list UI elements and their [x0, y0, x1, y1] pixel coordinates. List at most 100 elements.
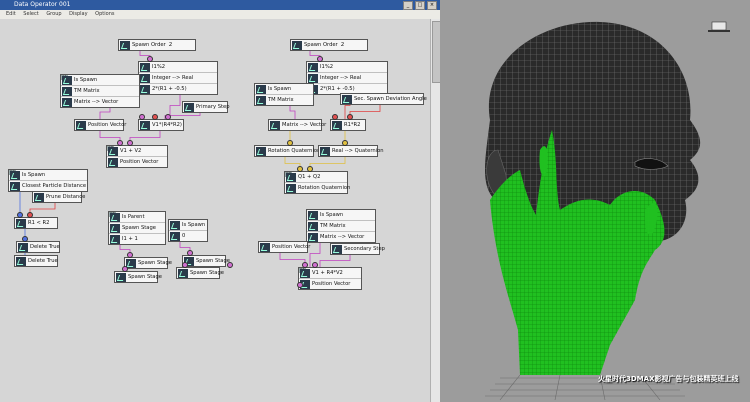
operator-canvas[interactable]: Spawn Order 2 I1%2 Integer --> Real 2*(R1 + …: [0, 19, 430, 402]
connector-pin[interactable]: [22, 236, 28, 242]
operator-v1v2[interactable]: 07V1 + V2Position Vector: [106, 145, 168, 168]
operator-row[interactable]: Prune Distance: [33, 192, 85, 202]
menu-group[interactable]: Group: [46, 11, 61, 17]
operator-row[interactable]: Secondary Step: [331, 244, 385, 254]
operator-row[interactable]: Is Spawn: [307, 210, 375, 221]
connector-pin[interactable]: [347, 114, 353, 120]
operator-is-parent[interactable]: 12Is ParentSpawn StageI1 + 1: [108, 211, 166, 245]
operator-value[interactable]: 2: [169, 42, 173, 48]
connector-pin[interactable]: [227, 262, 233, 268]
operator-row[interactable]: 2*(R1 + -0.5): [139, 84, 217, 94]
operator-is-spawn-1[interactable]: 01Is SpawnTM MatrixMatrix --> Vector: [60, 74, 140, 108]
connector-pin[interactable]: [147, 56, 153, 62]
operator-r1r2[interactable]: R1*R2: [330, 119, 366, 131]
operator-position-vector-2[interactable]: Position Vector: [258, 241, 310, 253]
operator-r1r2lt[interactable]: R1 < R2: [14, 217, 58, 229]
operator-row[interactable]: Is Spawn: [169, 220, 207, 231]
operator-sec-dev[interactable]: Sec. Spawn Deviation Angle: [340, 93, 427, 105]
operator-row[interactable]: Position Vector: [75, 120, 126, 130]
operator-row[interactable]: TM Matrix: [255, 95, 313, 105]
operator-spawn-stage-4[interactable]: Spawn Stage: [176, 267, 224, 279]
operator-expr-1[interactable]: I1%2 Integer --> Real 2*(R1 + -0.5): [138, 61, 218, 95]
connector-pin[interactable]: [117, 140, 123, 146]
operator-row[interactable]: Spawn Stage: [177, 268, 224, 278]
operator-is-spawn-5[interactable]: Is Spawn TM Matrix Matrix --> Vector: [306, 209, 376, 243]
3d-viewport[interactable]: 火星时代3DMAX影视广告与包装精英班上线: [440, 0, 750, 402]
connector-pin[interactable]: [17, 212, 23, 218]
connector-pin[interactable]: [287, 140, 293, 146]
operator-row[interactable]: I1%2: [139, 62, 217, 73]
operator-spawn-stage-2[interactable]: Spawn Stage: [114, 271, 162, 283]
operator-delete-true-2[interactable]: Delete True: [14, 255, 58, 267]
minimize-button[interactable]: _: [403, 1, 413, 10]
operator-row[interactable]: Spawn Order 2: [119, 40, 195, 50]
operator-row[interactable]: Position Vector: [299, 279, 361, 289]
operator-row[interactable]: Rotation Quaternion: [285, 183, 350, 193]
operator-q1q2[interactable]: 17Q1 + Q2Rotation Quaternion: [284, 171, 350, 194]
operator-delete-true-1[interactable]: Delete True: [16, 241, 60, 253]
operator-row[interactable]: Is Spawn: [9, 170, 87, 181]
connector-pin[interactable]: [307, 166, 313, 172]
operator-row[interactable]: R1*R2: [331, 120, 365, 130]
operator-row[interactable]: Spawn Stage: [183, 256, 230, 266]
menu-options[interactable]: Options: [95, 11, 114, 17]
connector-pin[interactable]: [122, 266, 128, 272]
operator-expr-2[interactable]: I1%2 Integer --> Real 2*(R1 + -0.5): [306, 61, 388, 95]
operator-spawn-stage-3[interactable]: Spawn Stage: [182, 255, 230, 267]
operator-prune[interactable]: Prune Distance: [32, 191, 85, 203]
operator-row[interactable]: TM Matrix: [61, 86, 139, 97]
connector-pin[interactable]: [182, 262, 188, 268]
connector-pin[interactable]: [127, 252, 133, 258]
operator-row[interactable]: I1%2: [307, 62, 387, 73]
connector-pin[interactable]: [302, 262, 308, 268]
connector-pin[interactable]: [165, 114, 171, 120]
maximize-button[interactable]: □: [415, 1, 425, 10]
connector-pin[interactable]: [342, 140, 348, 146]
connector-pin[interactable]: [312, 262, 318, 268]
connector-pin[interactable]: [152, 114, 158, 120]
operator-row[interactable]: TM Matrix: [307, 221, 375, 232]
operator-row[interactable]: V1*(R4*R2): [139, 120, 183, 130]
connector-pin[interactable]: [127, 140, 133, 146]
connector-pin[interactable]: [187, 250, 193, 256]
operator-row[interactable]: Matrix --> Vector: [269, 120, 326, 130]
operator-row[interactable]: Position Vector: [259, 242, 310, 252]
operator-v1r4r2b[interactable]: 31V1 + R4*V2Position Vector: [298, 267, 362, 290]
connector-pin[interactable]: [332, 114, 338, 120]
operator-primary-step[interactable]: Primary Step: [182, 101, 230, 113]
operator-row[interactable]: Spawn Stage: [115, 272, 162, 282]
operator-row[interactable]: I1 + 1: [109, 234, 165, 244]
operator-row[interactable]: Matrix --> Vector: [307, 232, 375, 242]
operator-row[interactable]: Q1 + Q2: [285, 172, 347, 183]
operator-real-quat[interactable]: Real --> Quaternion: [318, 145, 384, 157]
operator-row[interactable]: Integer --> Real: [139, 73, 217, 84]
operator-row[interactable]: Sec. Spawn Deviation Angle: [341, 94, 427, 104]
menu-display[interactable]: Display: [69, 11, 87, 17]
operator-row[interactable]: Rotation Quaternion: [255, 146, 320, 156]
operator-row[interactable]: Is Spawn: [61, 75, 139, 86]
operator-row[interactable]: R1 < R2: [15, 218, 57, 228]
menu-edit[interactable]: Edit: [6, 11, 16, 17]
connector-pin[interactable]: [317, 56, 323, 62]
operator-spawn-order-2[interactable]: Spawn Order 2: [290, 39, 368, 51]
operator-is-spawn-3[interactable]: 10Is SpawnClosest Particle Distance: [8, 169, 88, 192]
operator-row[interactable]: Is Parent: [109, 212, 165, 223]
operator-row[interactable]: Real --> Quaternion: [319, 146, 384, 156]
connector-pin[interactable]: [139, 114, 145, 120]
operator-matrix-vector-2[interactable]: Matrix --> Vector: [268, 119, 326, 131]
operator-row[interactable]: Delete True: [15, 256, 58, 266]
operator-row[interactable]: Closest Particle Distance: [9, 181, 87, 191]
operator-row[interactable]: Position Vector: [107, 157, 167, 167]
operator-row[interactable]: Delete True: [17, 242, 60, 252]
operator-position-vector-1[interactable]: Position Vector: [74, 119, 126, 131]
operator-is-spawn-2[interactable]: Is Spawn TM Matrix: [254, 83, 314, 106]
operator-row[interactable]: Spawn Stage: [109, 223, 165, 234]
operator-row[interactable]: Matrix --> Vector: [61, 97, 139, 107]
connector-pin[interactable]: [27, 212, 33, 218]
menu-select[interactable]: Select: [23, 11, 38, 17]
operator-row[interactable]: Integer --> Real: [307, 73, 387, 84]
close-button[interactable]: ×: [427, 1, 437, 10]
operator-is-spawn-4[interactable]: Is Spawn 0: [168, 219, 208, 242]
operator-row[interactable]: Spawn Order 2: [291, 40, 367, 50]
operator-row[interactable]: Is Spawn: [255, 84, 313, 95]
